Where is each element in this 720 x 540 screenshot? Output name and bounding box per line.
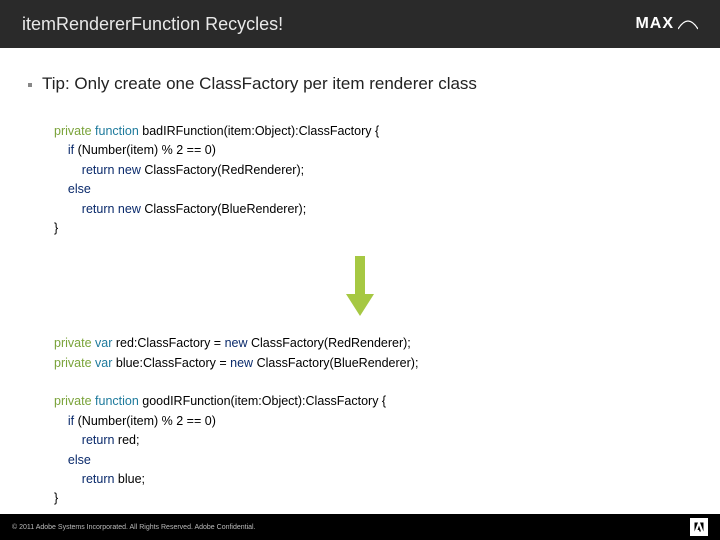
slide-body: Tip: Only create one ClassFactory per it… xyxy=(0,48,720,490)
slide: itemRendererFunction Recycles! MAX Tip: … xyxy=(0,0,720,540)
kw-else: else xyxy=(68,182,91,196)
kw-private: private xyxy=(54,124,92,138)
kw-function: function xyxy=(95,124,139,138)
good-code-block: private var red:ClassFactory = new Class… xyxy=(54,334,692,508)
tip-row: Tip: Only create one ClassFactory per it… xyxy=(28,74,692,94)
arrow-wrap xyxy=(28,256,692,316)
kw-var: var xyxy=(95,336,112,350)
slide-header: itemRendererFunction Recycles! MAX xyxy=(0,0,720,48)
brand-block: MAX xyxy=(635,15,698,33)
max-logo: MAX xyxy=(635,15,698,33)
kw-new: new xyxy=(225,336,248,350)
slide-title: itemRendererFunction Recycles! xyxy=(22,14,283,35)
kw-return-new: return new xyxy=(82,202,141,216)
kw-return-new: return new xyxy=(82,163,141,177)
bad-code-block: private function badIRFunction(item:Obje… xyxy=(54,122,692,238)
slide-footer: © 2011 Adobe Systems Incorporated. All R… xyxy=(0,514,720,540)
down-arrow-icon xyxy=(346,256,374,316)
tip-text: Tip: Only create one ClassFactory per it… xyxy=(42,74,477,94)
bullet-icon xyxy=(28,83,32,87)
max-logo-text: MAX xyxy=(635,15,674,33)
adobe-logo-icon xyxy=(690,518,708,536)
max-swoosh-icon xyxy=(678,17,698,31)
copyright-text: © 2011 Adobe Systems Incorporated. All R… xyxy=(12,524,256,531)
